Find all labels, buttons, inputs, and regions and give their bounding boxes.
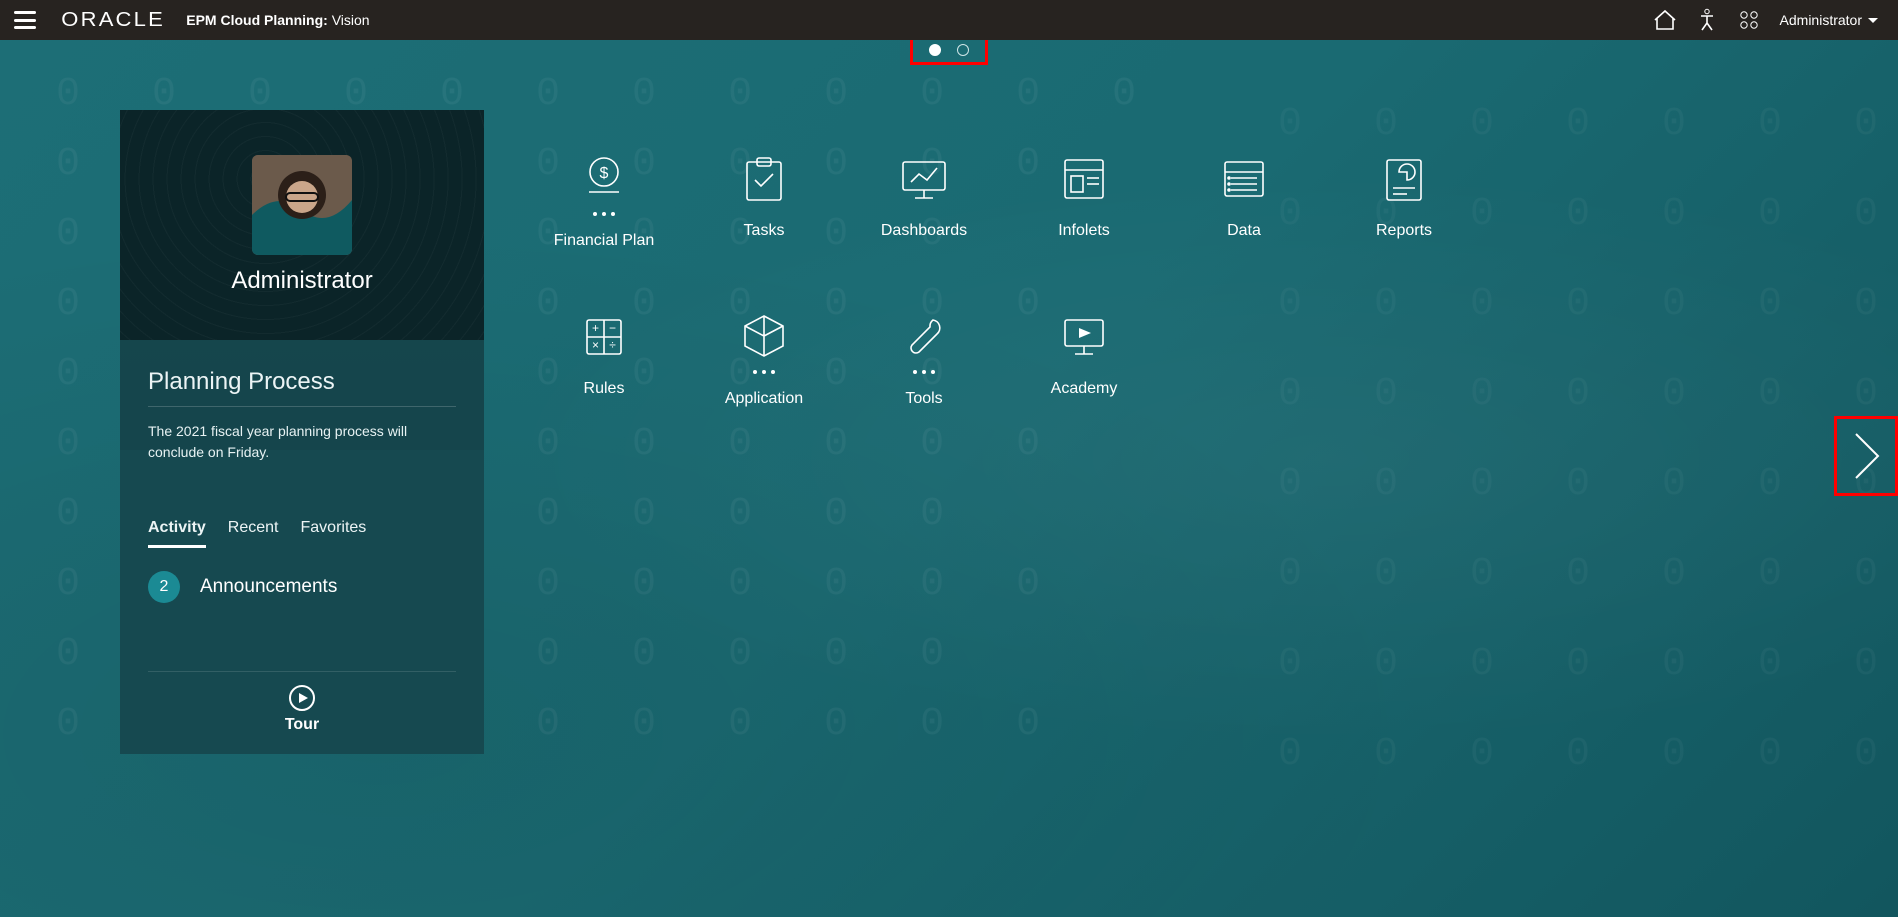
svg-text:$: $	[600, 165, 609, 182]
carousel-next-button[interactable]	[1834, 416, 1898, 496]
cluster-label: Financial Plan	[554, 232, 655, 250]
divider	[148, 406, 456, 407]
cluster-dots	[913, 370, 935, 374]
cluster-reports[interactable]: Reports	[1324, 152, 1484, 250]
user-menu-label: Administrator	[1780, 12, 1862, 28]
cluster-label: Tools	[905, 390, 942, 408]
cluster-rules[interactable]: +−× ÷ Rules	[524, 310, 684, 408]
product-title: EPM Cloud Planning: Vision	[186, 12, 369, 28]
card-tabs: Activity Recent Favorites	[148, 519, 456, 549]
cluster-label: Rules	[584, 380, 625, 398]
caret-down-icon	[1868, 18, 1878, 23]
rules-icon: +−× ÷	[577, 310, 631, 364]
svg-text:÷: ÷	[609, 338, 616, 352]
tools-icon	[897, 310, 951, 364]
cluster-label: Reports	[1376, 222, 1432, 240]
card-footer: Tour	[148, 671, 456, 734]
menu-icon[interactable]	[14, 11, 36, 29]
cluster-label: Application	[725, 390, 803, 408]
data-icon	[1217, 152, 1271, 206]
app-header: ORACLE EPM Cloud Planning: Vision Admini…	[0, 0, 1898, 40]
user-card-body: Planning Process The 2021 fiscal year pl…	[120, 340, 484, 754]
tab-recent[interactable]: Recent	[228, 519, 279, 548]
cluster-infolets[interactable]: Infolets	[1004, 152, 1164, 250]
user-card-top: Administrator	[120, 110, 484, 340]
cluster-row-1: $ Financial Plan Tasks Dashboards	[524, 152, 1858, 250]
pager-dot-2[interactable]	[957, 44, 969, 56]
user-card: Administrator Planning Process The 2021 …	[120, 110, 484, 754]
cluster-dots	[593, 212, 615, 216]
play-icon	[288, 684, 316, 712]
dashboards-icon	[897, 152, 951, 206]
avatar	[252, 155, 352, 255]
cluster-dots	[753, 370, 775, 374]
home-icon[interactable]	[1644, 0, 1686, 40]
product-subname: Vision	[332, 12, 370, 28]
cluster-tasks[interactable]: Tasks	[684, 152, 844, 250]
svg-text:+: +	[592, 321, 599, 335]
apps-grid-icon[interactable]	[1728, 0, 1770, 40]
cluster-label: Academy	[1051, 380, 1118, 398]
cluster-academy[interactable]: Academy	[1004, 310, 1164, 408]
product-name: EPM Cloud Planning:	[186, 12, 328, 28]
tour-button[interactable]: Tour	[285, 684, 319, 734]
cluster-tools[interactable]: Tools	[844, 310, 1004, 408]
cluster-row-2: +−× ÷ Rules Application Tools	[524, 310, 1858, 408]
cluster-financial-plan[interactable]: $ Financial Plan	[524, 152, 684, 250]
cluster-grid: $ Financial Plan Tasks Dashboards	[484, 40, 1898, 917]
cluster-label: Dashboards	[881, 222, 967, 240]
user-menu[interactable]: Administrator	[1770, 12, 1884, 28]
home-content: Administrator Planning Process The 2021 …	[0, 40, 1898, 917]
pager-dot-1[interactable]	[929, 44, 941, 56]
financial-plan-icon: $	[577, 152, 631, 206]
cluster-data[interactable]: Data	[1164, 152, 1324, 250]
infolets-icon	[1057, 152, 1111, 206]
activity-row[interactable]: 2 Announcements	[148, 571, 456, 603]
accessibility-icon[interactable]	[1686, 0, 1728, 40]
activity-label: Announcements	[200, 576, 337, 598]
tasks-icon	[737, 152, 791, 206]
reports-icon	[1377, 152, 1431, 206]
activity-count-badge: 2	[148, 571, 180, 603]
oracle-logo: ORACLE	[61, 9, 165, 32]
user-name: Administrator	[231, 267, 372, 295]
cluster-application[interactable]: Application	[684, 310, 844, 408]
cluster-dashboards[interactable]: Dashboards	[844, 152, 1004, 250]
academy-icon	[1057, 310, 1111, 364]
cluster-label: Data	[1227, 222, 1261, 240]
cluster-label: Infolets	[1058, 222, 1110, 240]
tab-activity[interactable]: Activity	[148, 519, 206, 548]
svg-text:−: −	[609, 321, 616, 335]
tab-favorites[interactable]: Favorites	[301, 519, 367, 548]
svg-text:×: ×	[592, 338, 599, 352]
cluster-label: Tasks	[744, 222, 785, 240]
section-body: The 2021 fiscal year planning process wi…	[148, 421, 456, 463]
tour-label: Tour	[285, 716, 319, 734]
application-icon	[737, 310, 791, 364]
section-title: Planning Process	[148, 368, 456, 396]
